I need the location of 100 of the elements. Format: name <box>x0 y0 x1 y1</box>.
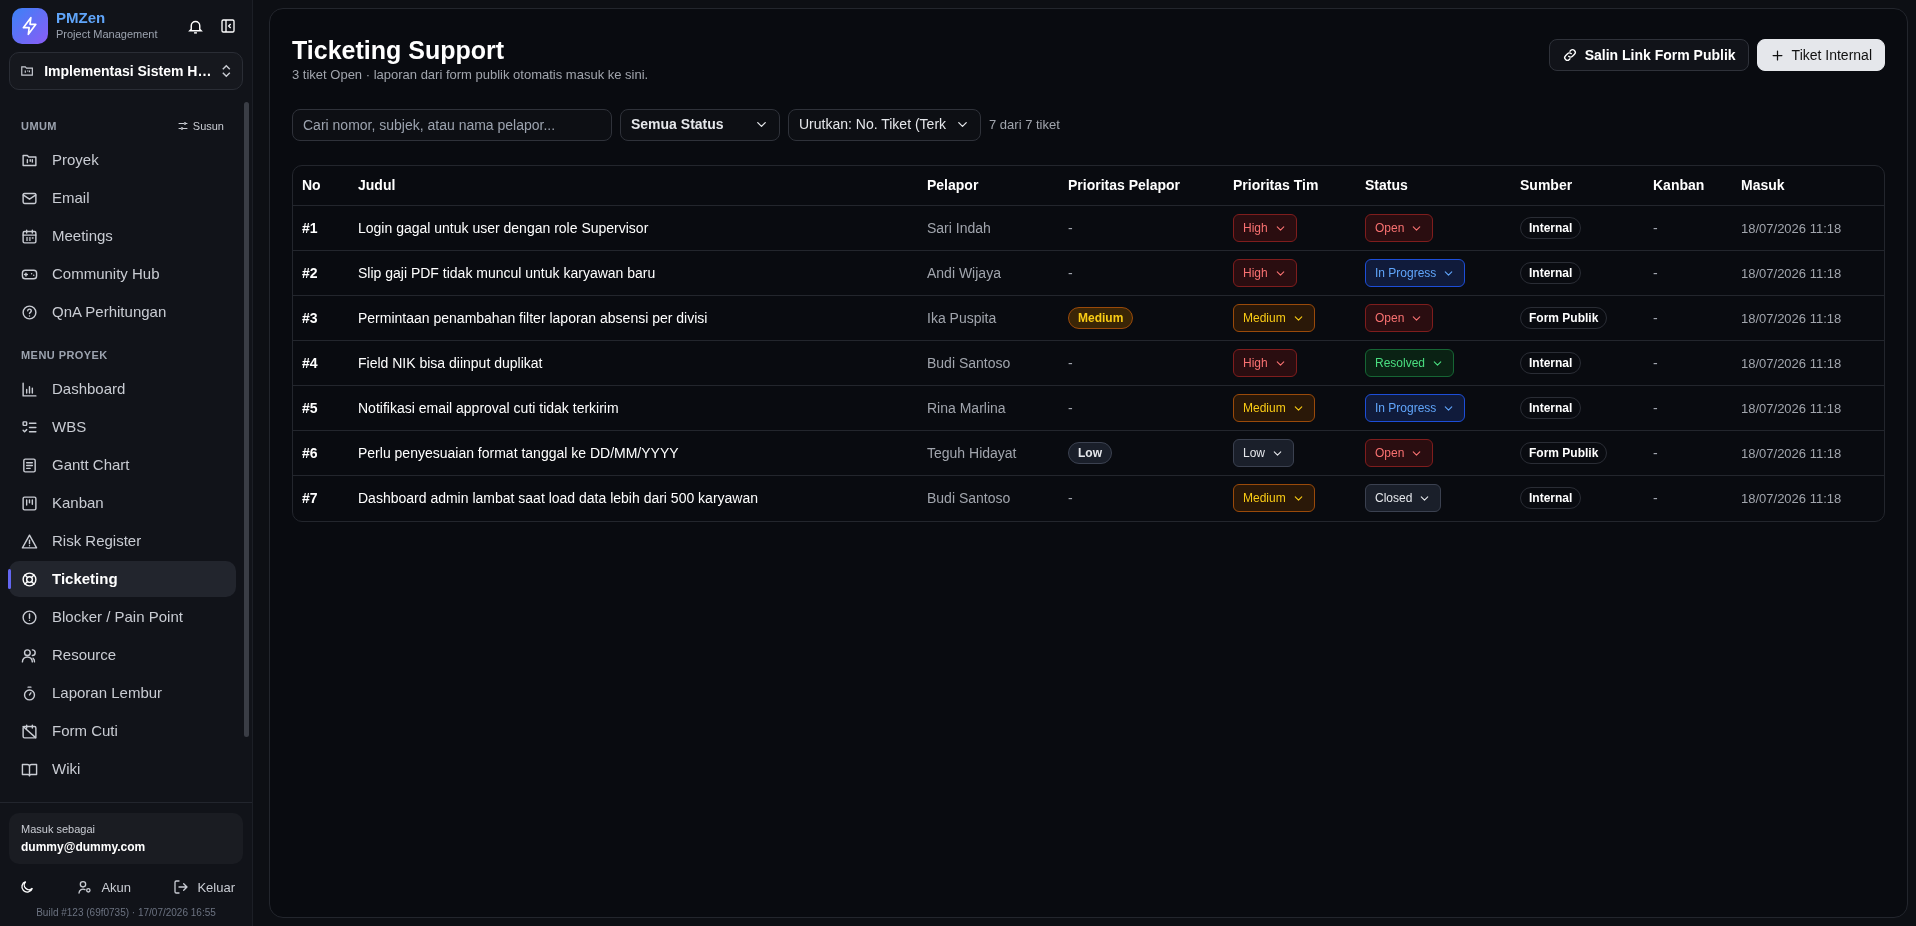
status-dropdown[interactable]: In Progress <box>1365 394 1466 422</box>
priority-dropdown[interactable]: High <box>1233 349 1297 377</box>
status-dropdown[interactable]: Closed <box>1365 484 1442 513</box>
copy-link-button[interactable]: Salin Link Form Publik <box>1548 39 1749 71</box>
sidebar-item[interactable]: Form Cuti <box>9 713 236 749</box>
reporter-priority-tag: Low <box>1068 442 1112 464</box>
sidebar-collapse-icon[interactable] <box>220 18 236 34</box>
ticket-number: #6 <box>293 430 349 476</box>
empty-value: - <box>1653 219 1658 236</box>
sidebar-item[interactable]: Community Hub <box>9 256 236 293</box>
sidebar-item[interactable]: Blocker / Pain Point <box>9 599 236 635</box>
status-dropdown[interactable]: Open <box>1365 439 1434 467</box>
ticket-title: Notifikasi email approval cuti tidak terkirim <box>349 385 918 431</box>
empty-value: - <box>1068 489 1073 506</box>
column-header: Judul <box>349 165 918 206</box>
sidebar-item[interactable]: Kanban <box>9 485 236 521</box>
status-dropdown[interactable]: Resolved <box>1365 349 1455 377</box>
ticket-title: Field NIK bisa diinput duplikat <box>349 340 918 386</box>
sidebar-item[interactable]: Email <box>9 180 236 217</box>
sliders-icon <box>176 120 189 133</box>
date-text: 18/07/2026 11:18 <box>1741 400 1842 416</box>
page-subtitle: 3 tiket Open · laporan dari form publik otomatis masuk ke sini. <box>292 66 649 84</box>
ticket-number: #1 <box>293 205 349 251</box>
column-header: Prioritas Tim <box>1224 165 1356 206</box>
plus-icon <box>1769 47 1785 63</box>
app-subtitle: Project Management <box>56 27 159 42</box>
column-header: Kanban <box>1644 165 1732 206</box>
sidebar-item[interactable]: QnA Perhitungan <box>9 294 236 331</box>
reporter-name: Andi Wijaya <box>918 250 1059 296</box>
sidebar-item[interactable]: Risk Register <box>9 523 236 559</box>
alert-icon <box>21 608 38 626</box>
priority-dropdown[interactable]: Medium <box>1233 394 1315 422</box>
ticket-title: Permintaan penambahan filter laporan absensi per divisi <box>349 295 918 341</box>
sidebar-item[interactable]: Wiki <box>9 751 236 787</box>
app-name: PMZen <box>56 9 107 26</box>
folder-icon <box>21 152 38 169</box>
sidebar-item[interactable]: Meetings <box>9 218 236 255</box>
sidebar-item[interactable]: Ticketing <box>9 561 236 597</box>
empty-value: - <box>1653 354 1658 371</box>
priority-dropdown[interactable]: Low <box>1233 439 1294 467</box>
status-dropdown[interactable]: In Progress <box>1365 259 1466 287</box>
chevron-up-down-icon <box>221 64 232 78</box>
empty-value: - <box>1068 354 1073 371</box>
app-logo-icon <box>12 8 48 44</box>
ticket-title: Slip gaji PDF tidak muncul untuk karyawan baru <box>349 250 918 296</box>
status-dropdown[interactable]: Open <box>1365 214 1434 242</box>
ticket-number: #3 <box>293 295 349 341</box>
priority-dropdown[interactable]: Medium <box>1233 484 1315 513</box>
reporter-name: Budi Santoso <box>918 475 1059 521</box>
sidebar-item[interactable]: Gantt Chart <box>9 447 236 483</box>
project-selector[interactable]: Implementasi Sistem H… <box>9 52 243 90</box>
page-title: Ticketing Support <box>292 35 506 65</box>
status-dropdown[interactable]: Open <box>1365 304 1434 332</box>
column-header: Sumber <box>1511 165 1644 206</box>
ticket-title: Perlu penyesuaian format tanggal ke DD/MM/YYYY <box>349 430 918 476</box>
empty-value: - <box>1653 444 1658 461</box>
section-label: UMUM <box>21 119 57 134</box>
help-icon <box>21 304 38 321</box>
bar-chart-icon <box>21 380 38 398</box>
board-icon <box>21 494 38 512</box>
date-text: 18/07/2026 11:18 <box>1741 490 1842 506</box>
user-icon <box>77 879 94 896</box>
priority-dropdown[interactable]: Medium <box>1233 304 1315 332</box>
search-field[interactable]: Cari nomor, subjek, atau nama pelapor... <box>292 108 612 141</box>
ticket-number: #5 <box>293 385 349 431</box>
sidebar-item[interactable]: Laporan Lembur <box>9 675 236 711</box>
date-text: 18/07/2026 11:18 <box>1741 310 1842 326</box>
moon-icon[interactable] <box>19 879 35 896</box>
reorder-button[interactable]: Susun <box>176 118 224 135</box>
priority-dropdown[interactable]: High <box>1233 259 1297 287</box>
link-icon <box>1561 47 1578 63</box>
ticket-number: #2 <box>293 250 349 296</box>
priority-dropdown[interactable]: High <box>1233 214 1297 242</box>
account-button[interactable]: Akun <box>77 877 132 897</box>
new-ticket-button[interactable]: Tiket Internal <box>1756 39 1885 71</box>
sidebar-item[interactable]: Resource <box>9 637 236 673</box>
sidebar-item[interactable]: WBS <box>9 409 236 445</box>
empty-value: - <box>1653 399 1658 416</box>
empty-value: - <box>1068 219 1073 236</box>
sidebar-item[interactable]: Proyek <box>9 142 236 179</box>
build-info: Build #123 (69f0735) · 17/07/2026 16:55 <box>35 906 217 920</box>
ticket-title: Login gagal untuk user dengan role Supervisor <box>349 205 918 251</box>
sidebar-item[interactable]: Dashboard <box>9 371 236 407</box>
column-header: Pelapor <box>918 165 1059 206</box>
calendar-icon <box>21 228 38 245</box>
logout-button[interactable]: Keluar <box>173 877 235 897</box>
reporter-name: Budi Santoso <box>918 340 1059 386</box>
reporter-name: Teguh Hidayat <box>918 430 1059 476</box>
ticket-count: 7 dari 7 tiket <box>989 115 1060 134</box>
status-filter-dropdown[interactable]: Semua Status <box>620 108 780 141</box>
reporter-name: Sari Indah <box>918 205 1059 251</box>
signed-in-caption: Masuk sebagai <box>21 822 96 837</box>
user-email: dummy@dummy.com <box>21 838 147 856</box>
date-text: 18/07/2026 11:18 <box>1741 265 1842 281</box>
date-text: 18/07/2026 11:18 <box>1741 355 1842 371</box>
ticket-title: Dashboard admin lambat saat load data lebih dari 500 karyawan <box>349 475 918 521</box>
empty-value: - <box>1068 399 1073 416</box>
ticket-number: #7 <box>293 475 349 521</box>
sort-dropdown[interactable]: Urutkan: No. Tiket (Terk <box>788 108 981 141</box>
stopwatch-icon <box>21 684 38 702</box>
